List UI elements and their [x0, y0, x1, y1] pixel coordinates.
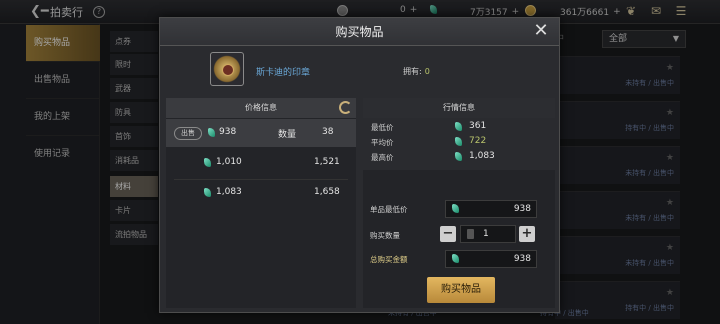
qty-value: 1,521 — [314, 157, 340, 167]
gem-icon — [455, 152, 462, 161]
gem-icon — [204, 188, 211, 197]
increase-qty-button[interactable]: + — [519, 226, 535, 242]
owned-count: 拥有: 0 — [403, 66, 430, 77]
avg-price-label: 平均价 — [371, 138, 394, 147]
max-price-value: 1,083 — [469, 151, 495, 161]
total-amount-value: 938 — [513, 254, 531, 264]
dialog-title: 购买物品 — [335, 25, 384, 39]
decrease-qty-button[interactable]: − — [440, 226, 456, 242]
close-icon[interactable]: ✕ — [531, 21, 551, 41]
max-price-label: 最高价 — [371, 153, 394, 162]
price-row[interactable]: 1,083 1,658 — [166, 179, 356, 207]
price-value: 1,010 — [216, 157, 242, 167]
market-stats: 最低价 361 平均价 722 最高价 1,083 — [363, 118, 555, 170]
total-amount-field: 938 — [445, 250, 537, 268]
price-value: 938 — [219, 127, 237, 137]
buy-button[interactable]: 购买物品 — [427, 277, 495, 303]
qty-value: 1,658 — [314, 187, 340, 197]
owned-value: 0 — [424, 67, 430, 76]
avg-price-value: 722 — [469, 136, 487, 146]
refresh-icon[interactable] — [339, 101, 352, 114]
sell-badge: 出售 — [174, 127, 202, 140]
gem-icon — [208, 128, 215, 137]
price-info-panel: 价格信息 出售 938 数量 38 1,010 1,521 1,083 1,65… — [166, 98, 356, 308]
price-row-selected[interactable]: 出售 938 数量 38 — [166, 119, 356, 147]
qty-input-value: 1 — [483, 229, 489, 239]
unit-min-price-label: 单品最低价 — [370, 205, 408, 214]
unit-min-price-value: 938 — [513, 204, 531, 214]
price-value: 1,083 — [216, 187, 242, 197]
min-price-label: 最低价 — [371, 123, 394, 132]
stack-icon — [467, 229, 474, 239]
gem-icon — [455, 137, 462, 146]
gem-icon — [452, 204, 459, 213]
qty-input[interactable]: 1 — [460, 225, 516, 243]
gem-icon — [455, 122, 462, 131]
unit-min-price-field: 938 — [445, 200, 537, 218]
gem-icon — [204, 158, 211, 167]
price-row[interactable]: 1,010 1,521 — [166, 149, 356, 177]
market-info-header: 行情信息 — [363, 98, 555, 118]
seal-item-icon — [210, 52, 244, 86]
owned-label: 拥有: — [403, 67, 422, 76]
dialog-header: 购买物品 ✕ — [160, 18, 559, 46]
buy-qty-label: 购买数量 — [370, 231, 400, 240]
qty-value: 38 — [322, 127, 334, 137]
total-amount-label: 总购买金额 — [370, 255, 408, 264]
buy-item-dialog: 购买物品 ✕ 斯卡迪的印章 拥有: 0 价格信息 出售 938 数量 38 1,0… — [159, 17, 560, 313]
price-info-header: 价格信息 — [166, 98, 356, 118]
min-price-value: 361 — [469, 121, 487, 131]
gem-icon — [452, 254, 459, 263]
item-name: 斯卡迪的印章 — [256, 68, 311, 78]
qty-label: 数量 — [278, 130, 297, 140]
